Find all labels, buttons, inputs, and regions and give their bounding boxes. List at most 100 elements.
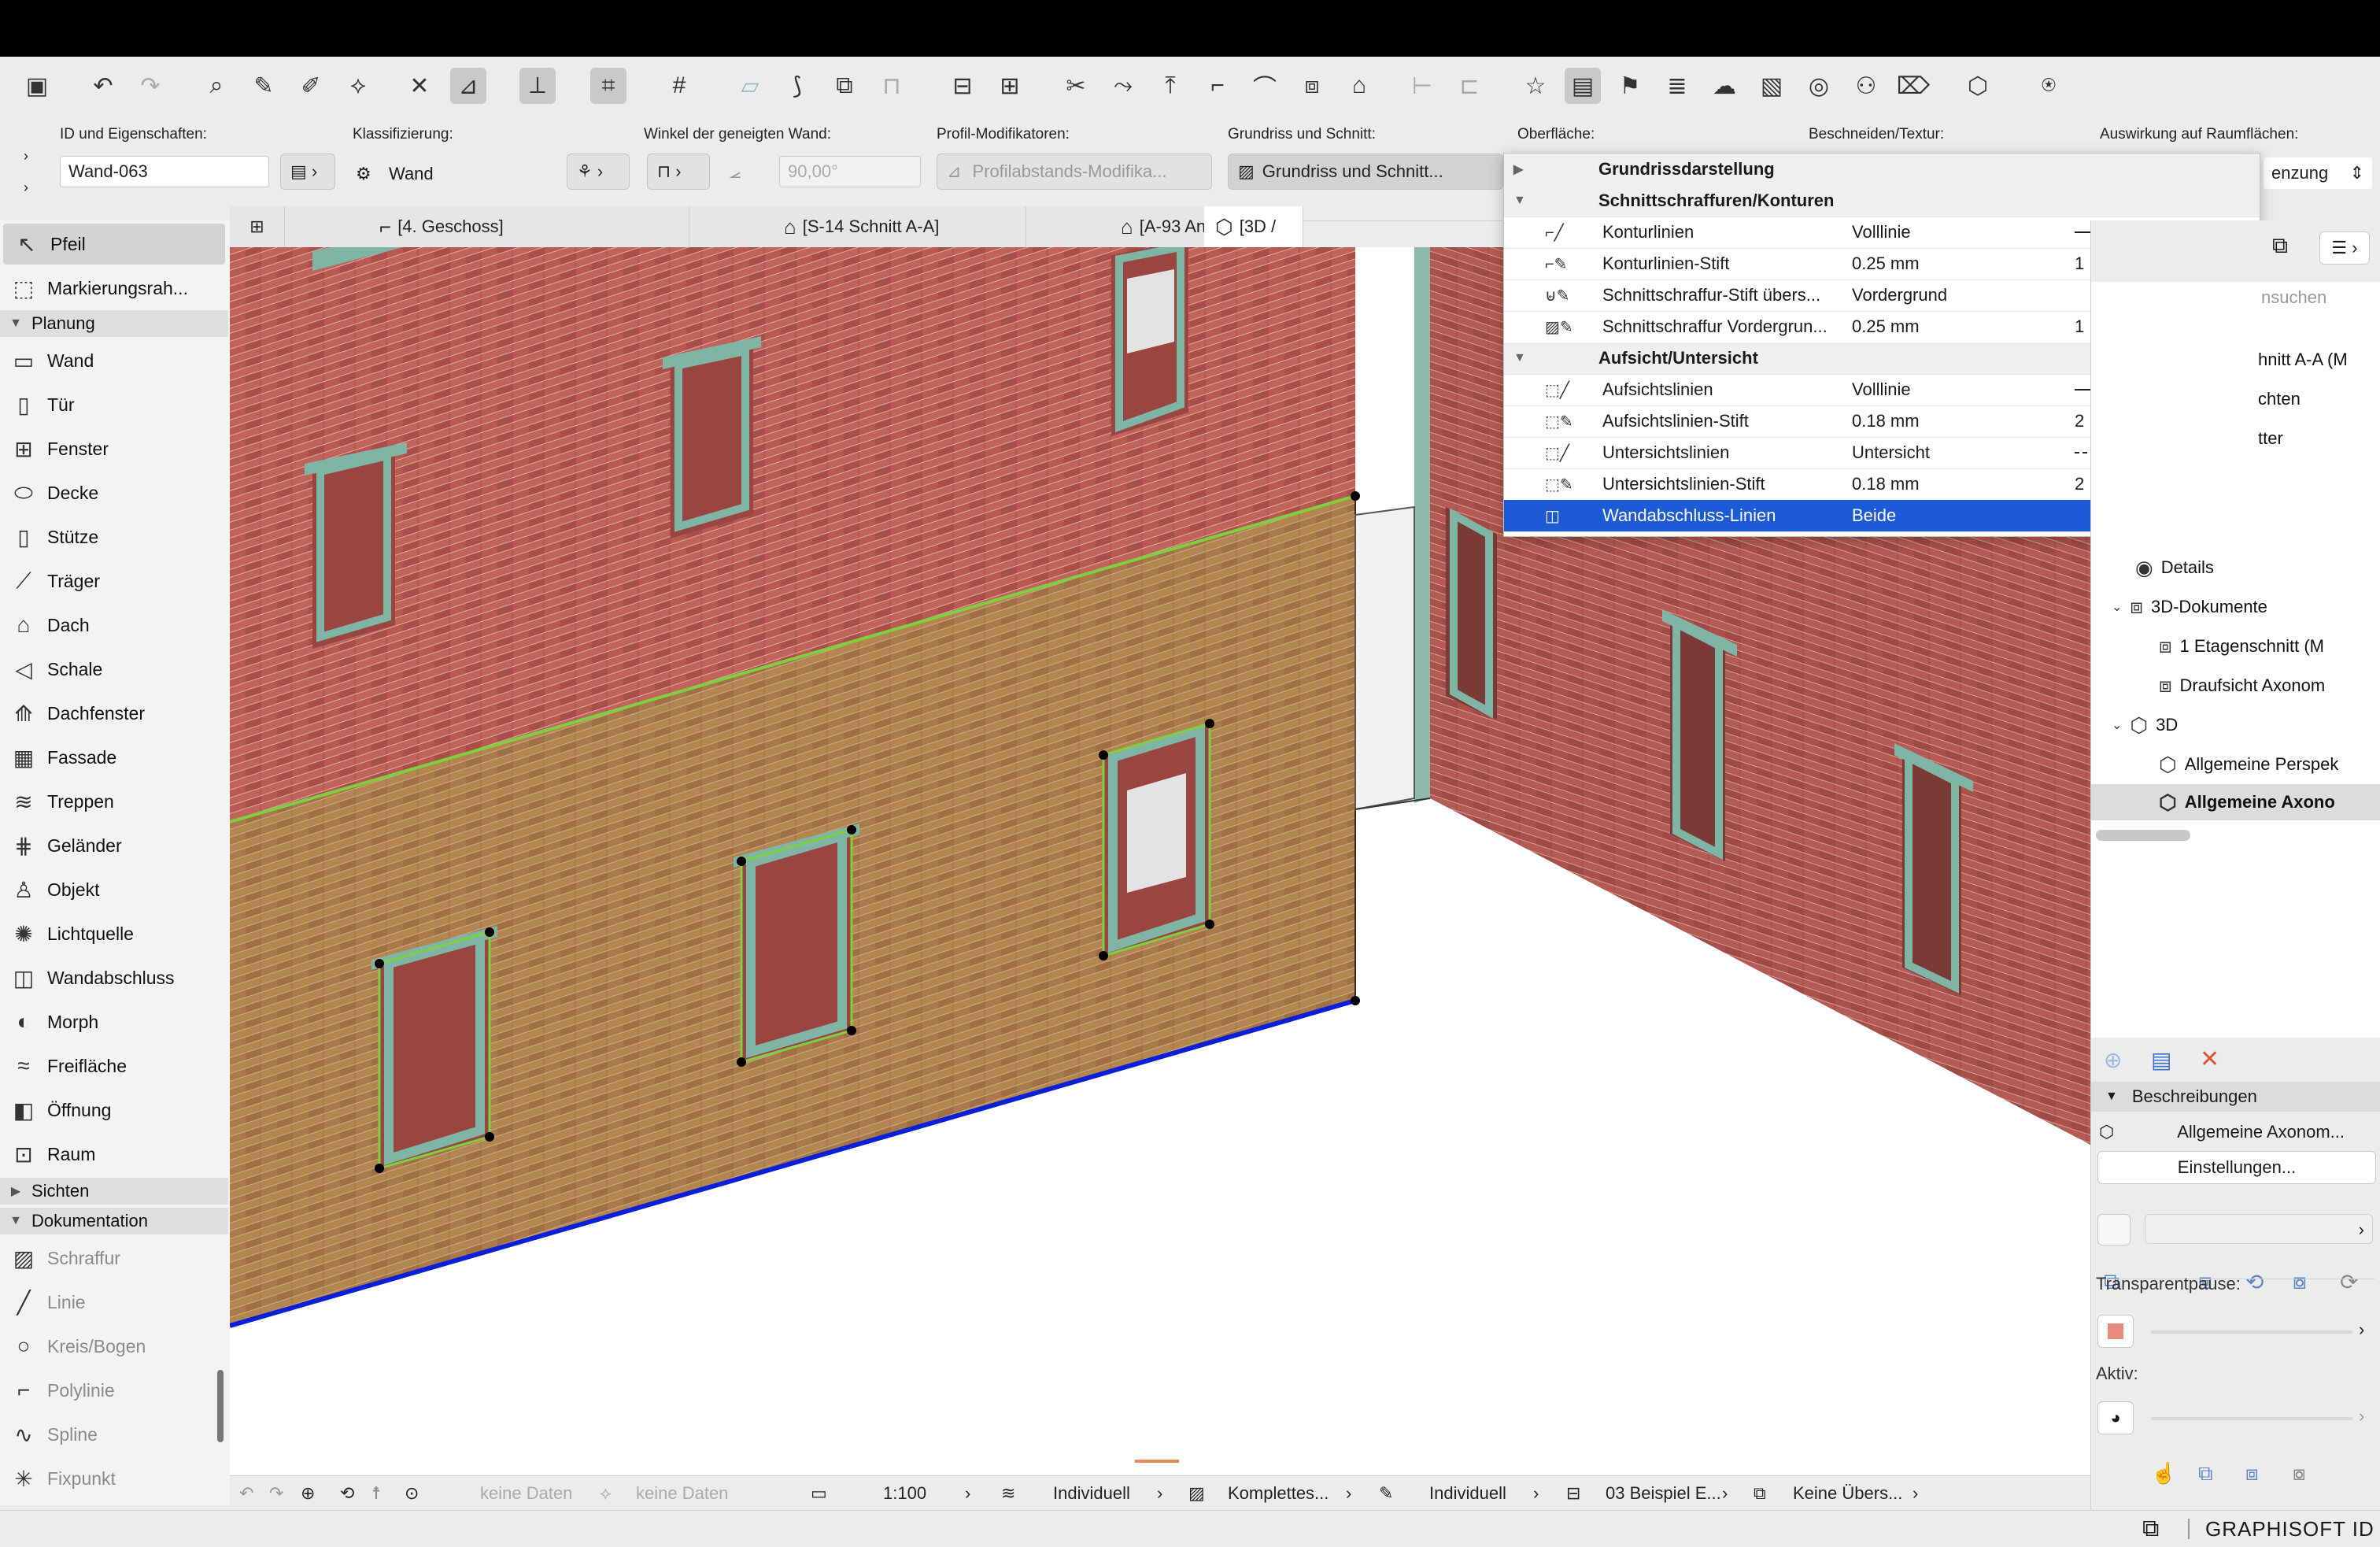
- pen-set-value[interactable]: Individuell: [1429, 1476, 1506, 1511]
- magic-wand-icon[interactable]: ⟡: [340, 68, 376, 104]
- trace-icon-2[interactable]: ⧉: [2198, 1461, 2213, 1486]
- profile-modifier-button[interactable]: ⊿ Profilabstands-Modifika...: [937, 154, 1212, 190]
- tree-item-partial-3[interactable]: tter: [2258, 420, 2283, 457]
- floorplan-section-button[interactable]: ▨ Grundriss und Schnitt...: [1228, 154, 1503, 190]
- bim-object-icon[interactable]: ⬡: [1960, 68, 1996, 104]
- syringe-icon[interactable]: ✐: [293, 68, 329, 104]
- cloud-icon[interactable]: ☁: [1706, 68, 1743, 104]
- tool-column[interactable]: ▯ Stütze: [0, 516, 228, 557]
- trace-icon[interactable]: ▱: [732, 68, 768, 104]
- pen-number[interactable]: 2: [2075, 411, 2084, 431]
- tool-mesh[interactable]: ≈ Freifläche: [0, 1046, 228, 1086]
- tool-arrow-pointer[interactable]: ↖ Pfeil: [3, 224, 225, 265]
- layer-icon[interactable]: ⧉: [826, 68, 863, 104]
- popover-group-header[interactable]: ▶ Grundrissdarstellung: [1504, 154, 2260, 186]
- tab-1[interactable]: ⌐ [4. Geschoss]: [285, 206, 689, 247]
- fillet-icon[interactable]: ⌐: [1199, 68, 1236, 104]
- navigator-tree[interactable]: hnitt A-A (M chten tter ◉ Details ⌄ ⧈ 3D-Do…: [2091, 313, 2380, 1038]
- wall-type-button[interactable]: ⊓ ›: [647, 154, 710, 190]
- tool-hotspot[interactable]: ✳ Fixpunkt: [0, 1458, 228, 1499]
- setting-value[interactable]: 0.25 mm: [1852, 316, 1920, 337]
- tool-slab[interactable]: ⬭ Decke: [0, 472, 228, 513]
- view-options-icon[interactable]: ▤: [1565, 68, 1601, 104]
- elevate-icon[interactable]: ⤒: [1152, 68, 1188, 104]
- navigator-view-icon[interactable]: ⧉: [2272, 233, 2288, 259]
- adjust-icon[interactable]: ⤳: [1105, 68, 1141, 104]
- setting-value[interactable]: Vordergrund: [1852, 285, 1947, 305]
- snap-guides-icon[interactable]: ⟂: [519, 68, 556, 104]
- viewport-resize-handle[interactable]: [1135, 1460, 1179, 1463]
- view-action-3-icon[interactable]: ⟲: [2245, 1269, 2264, 1295]
- toolbox-section-section_doku[interactable]: ▼ Dokumentation: [0, 1208, 228, 1234]
- undo-view-icon[interactable]: ↶: [239, 1476, 253, 1511]
- info-box-more-icon[interactable]: ›: [24, 179, 28, 196]
- eyedropper-icon[interactable]: ✎: [246, 68, 282, 104]
- curve-icon[interactable]: ⌒: [1247, 68, 1283, 104]
- label-icon[interactable]: ⊏: [1451, 68, 1488, 104]
- new-folder-icon[interactable]: ▤: [2151, 1047, 2171, 1073]
- pen-number[interactable]: 2: [2075, 474, 2084, 494]
- align-icon[interactable]: ⊞: [992, 68, 1028, 104]
- tool-railing[interactable]: ⋕ Geländer: [0, 825, 228, 866]
- tree-item-partial-2[interactable]: chten: [2258, 381, 2301, 417]
- active-slider[interactable]: [2151, 1417, 2352, 1420]
- tool-opening[interactable]: ◧ Öffnung: [0, 1090, 228, 1131]
- transparent-color-button[interactable]: [2097, 1315, 2134, 1348]
- tool-window[interactable]: ⊞ Fenster: [0, 428, 228, 469]
- tool-marquee[interactable]: ⬚ Markierungsrah...: [0, 268, 228, 309]
- classification-value[interactable]: Wand: [389, 164, 434, 184]
- zoom-fit-icon[interactable]: ⊙: [405, 1476, 419, 1511]
- classification-button[interactable]: ⚘ ›: [567, 154, 630, 190]
- popover-group-header[interactable]: ▼ Schnittschraffuren/Konturen: [1504, 185, 2260, 217]
- trace-icon-1[interactable]: ☝: [2151, 1461, 2176, 1486]
- tree-item-doc1[interactable]: ⧈ 1 Etagenschnitt (M: [2159, 628, 2324, 664]
- tool-spline[interactable]: ∿ Spline: [0, 1414, 228, 1455]
- override-value[interactable]: Keine Übers...: [1793, 1476, 1902, 1511]
- lock-icon[interactable]: ⊓: [874, 68, 910, 104]
- render-icon[interactable]: ◎: [1801, 68, 1837, 104]
- nodata-2[interactable]: keine Daten: [636, 1476, 728, 1511]
- tool-polyline[interactable]: ⌐ Polylinie: [0, 1370, 228, 1411]
- transparent-slider[interactable]: [2151, 1330, 2352, 1334]
- grid-icon[interactable]: #: [661, 68, 697, 104]
- settings-button[interactable]: Einstellungen...: [2097, 1151, 2376, 1184]
- redo-view-icon[interactable]: ↷: [269, 1476, 283, 1511]
- pen-number[interactable]: 1: [2075, 316, 2084, 337]
- tool-line[interactable]: ╱ Linie: [0, 1282, 228, 1323]
- element-id-field[interactable]: Wand-063: [60, 156, 269, 187]
- redo-icon[interactable]: ↷: [132, 68, 168, 104]
- tool-morph[interactable]: ◐ Morph: [0, 1001, 228, 1042]
- graphisoft-id-link[interactable]: GRAPHISOFT ID: [2205, 1517, 2374, 1541]
- tool-shell[interactable]: ◁ Schale: [0, 649, 228, 690]
- style-icon[interactable]: ⍟: [2031, 68, 2067, 104]
- zone-relation-select[interactable]: enzung ⇕: [2264, 157, 2372, 189]
- tool-beam[interactable]: ⟋ Träger: [0, 561, 228, 601]
- save-icon[interactable]: ▣: [19, 68, 55, 104]
- walk-icon[interactable]: ☨: [371, 1476, 381, 1511]
- snap-icon[interactable]: ✕: [401, 68, 438, 104]
- tab-2[interactable]: ⌂ [S-14 Schnitt A-A]: [689, 206, 1026, 247]
- tool-fill[interactable]: ▨ Schraffur: [0, 1238, 228, 1279]
- dimension-icon[interactable]: ⊢: [1404, 68, 1440, 104]
- setting-value[interactable]: 0.25 mm: [1852, 254, 1920, 274]
- tree-item-doc2[interactable]: ⧈ Draufsicht Axonom: [2159, 668, 2325, 704]
- info-box-expand-icon[interactable]: ›: [24, 148, 28, 165]
- toolbox-section-section_planung[interactable]: ▼ Planung: [0, 310, 228, 337]
- setting-value[interactable]: Beide: [1852, 505, 1896, 526]
- view-action-4-icon[interactable]: ⧇: [2293, 1269, 2307, 1295]
- tree-item-details[interactable]: ◉ Details: [2135, 550, 2214, 586]
- slider-arrow-icon[interactable]: ›: [2359, 1319, 2364, 1340]
- favorites-star-icon[interactable]: ☆: [1517, 68, 1554, 104]
- dimension-style-value[interactable]: 03 Beispiel E...: [1606, 1476, 1721, 1511]
- setting-value[interactable]: Volllinie: [1852, 379, 1911, 400]
- tree-item-3d-documents[interactable]: ⌄ ⧈ 3D-Dokumente: [2112, 589, 2267, 625]
- model-view-value[interactable]: Komplettes...: [1228, 1476, 1329, 1511]
- slider-arrow-icon[interactable]: ›: [2359, 1406, 2364, 1427]
- tool-lamp[interactable]: ✺ Lichtquelle: [0, 913, 228, 954]
- trace-icon-4[interactable]: ⧇: [2293, 1461, 2306, 1486]
- tool-wall-end[interactable]: ◫ Wandabschluss: [0, 957, 228, 998]
- layer-combo-value[interactable]: Individuell: [1053, 1476, 1130, 1511]
- flag-icon[interactable]: ⚑: [1612, 68, 1648, 104]
- active-color-button[interactable]: ◕: [2097, 1401, 2134, 1434]
- navigator-scrollbar[interactable]: [2096, 830, 2190, 841]
